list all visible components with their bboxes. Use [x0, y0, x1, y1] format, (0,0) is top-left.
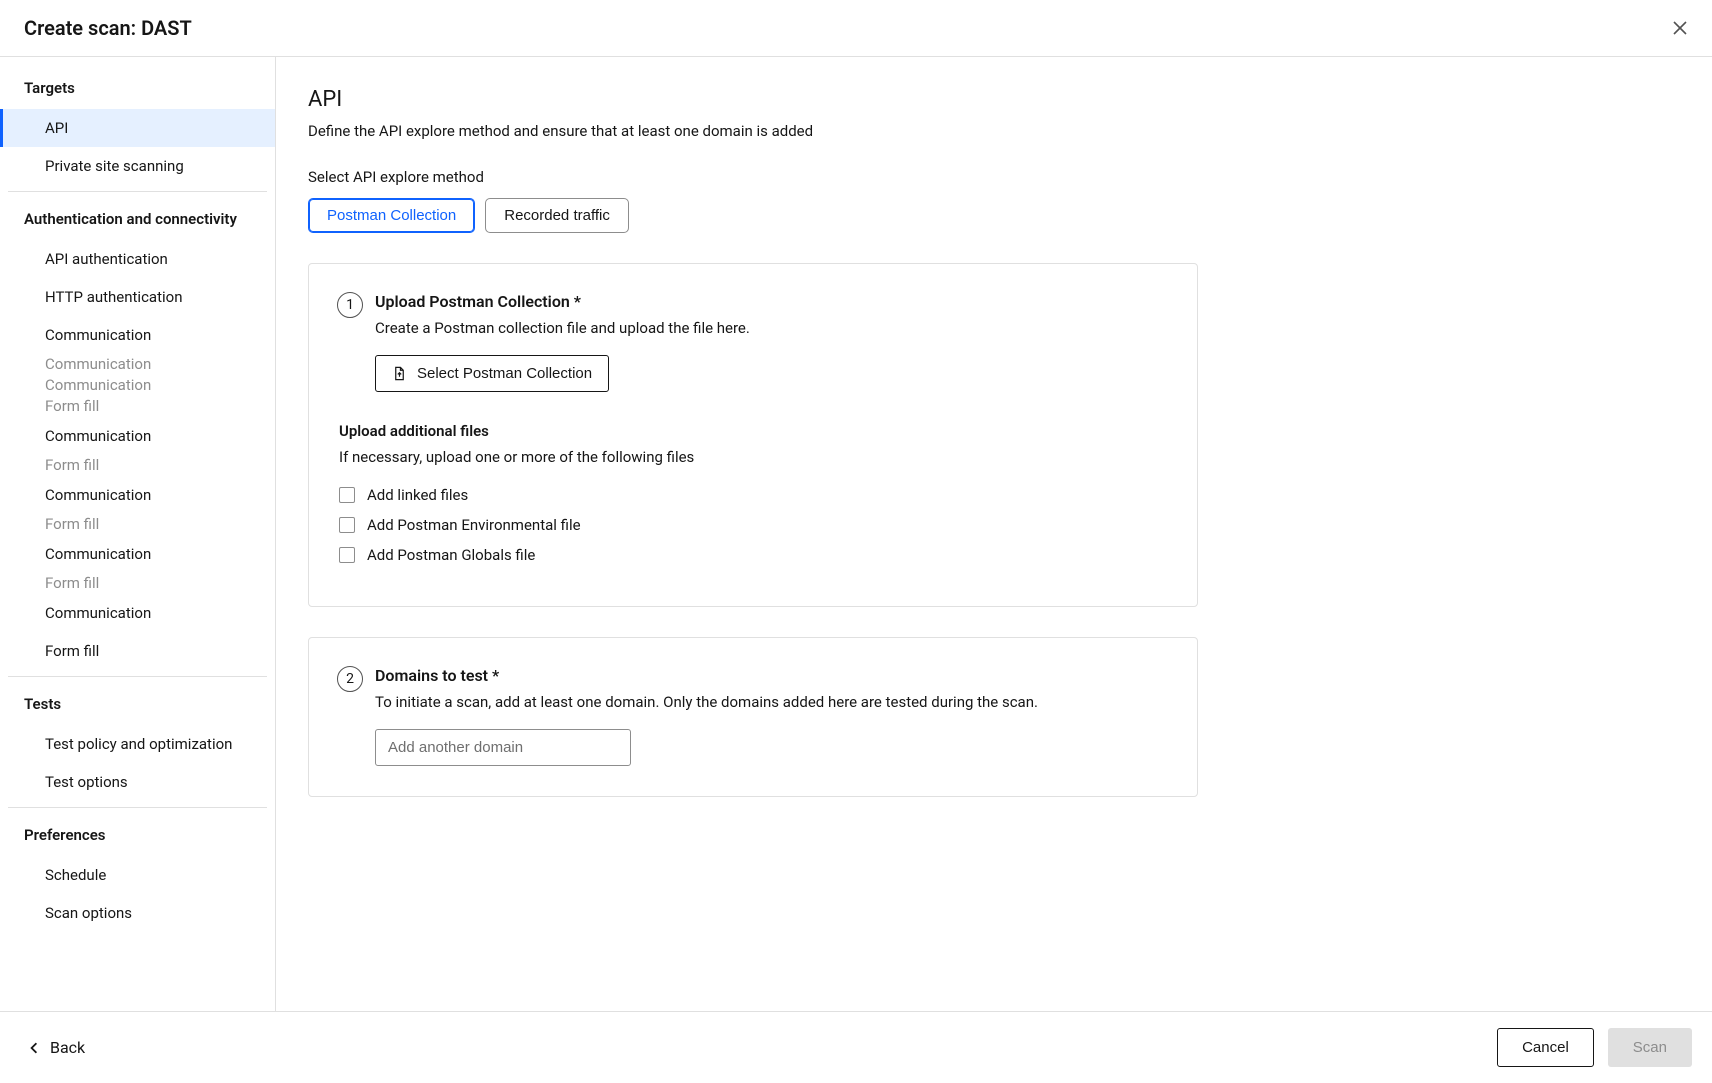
page-description: Define the API explore method and ensure… [308, 122, 1672, 140]
step1-title: Upload Postman Collection * [375, 292, 1169, 311]
main-content: API Define the API explore method and en… [276, 57, 1712, 1011]
sidebar: TargetsAPIPrivate site scanning Authentic… [0, 57, 276, 1011]
sidebar-item[interactable]: Schedule [0, 856, 275, 894]
sidebar-item[interactable]: HTTP authentication [0, 278, 275, 316]
dialog-body: TargetsAPIPrivate site scanningAuthentic… [0, 57, 1712, 1012]
sidebar-item: Form fill [0, 573, 275, 594]
dialog-title: Create scan: DAST [24, 16, 192, 40]
sidebar-item[interactable]: Communication [0, 417, 275, 455]
checkbox-label: Add Postman Environmental file [367, 516, 581, 534]
select-postman-collection-button[interactable]: Select Postman Collection [375, 355, 609, 392]
additional-file-option: Add Postman Environmental file [339, 516, 1169, 534]
checkbox-label: Add Postman Globals file [367, 546, 535, 564]
sidebar-item[interactable]: Communication [0, 476, 275, 514]
sidebar-item: Form fill [0, 396, 275, 417]
dialog-header: Create scan: DAST [0, 0, 1712, 57]
explore-method-option[interactable]: Postman Collection [308, 198, 475, 233]
select-postman-collection-label: Select Postman Collection [417, 365, 592, 382]
sidebar-item[interactable]: Private site scanning [0, 147, 275, 185]
cancel-button[interactable]: Cancel [1497, 1028, 1594, 1067]
domains-card: 2 Domains to test * To initiate a scan, … [308, 637, 1198, 797]
step2-title: Domains to test * [375, 666, 1169, 685]
cancel-label: Cancel [1522, 1039, 1569, 1056]
scan-label: Scan [1633, 1039, 1667, 1056]
sidebar-item[interactable]: Test options [0, 763, 275, 801]
sidebar-item[interactable]: Scan options [0, 894, 275, 932]
sidebar-group-title: Authentication and connectivity [0, 192, 275, 240]
sidebar-item: Form fill [0, 514, 275, 535]
sidebar-item: Form fill [0, 455, 275, 476]
add-domain-input[interactable] [375, 729, 631, 766]
additional-files-heading: Upload additional files [339, 422, 1169, 440]
scan-button[interactable]: Scan [1608, 1028, 1692, 1067]
sidebar-item[interactable]: Communication [0, 316, 275, 354]
additional-file-option: Add linked files [339, 486, 1169, 504]
chevron-left-icon [28, 1042, 40, 1054]
step2-description: To initiate a scan, add at least one dom… [375, 693, 1169, 711]
file-upload-icon [392, 366, 407, 381]
sidebar-item[interactable]: Form fill [0, 632, 275, 670]
step-number-2: 2 [337, 666, 363, 692]
sidebar-item[interactable]: Communication [0, 594, 275, 632]
explore-method-option[interactable]: Recorded traffic [485, 198, 629, 233]
additional-files-description: If necessary, upload one or more of the … [339, 448, 1169, 466]
close-button[interactable] [1666, 14, 1694, 42]
page-title: API [308, 87, 1672, 112]
sidebar-item[interactable]: API [0, 109, 275, 147]
sidebar-item[interactable]: API authentication [0, 240, 275, 278]
step1-description: Create a Postman collection file and upl… [375, 319, 1169, 337]
back-label: Back [50, 1038, 85, 1057]
sidebar-group-title: Preferences [0, 808, 275, 856]
checkbox[interactable] [339, 487, 355, 503]
dialog-footer: Back Cancel Scan [0, 1012, 1712, 1083]
step-number-1: 1 [337, 292, 363, 318]
close-icon [1673, 21, 1687, 35]
sidebar-item: Communication [0, 354, 275, 375]
sidebar-group-title: Targets [0, 57, 275, 109]
sidebar-group-title: Tests [0, 677, 275, 725]
sidebar-scroll[interactable]: TargetsAPIPrivate site scanning Authentic… [0, 57, 275, 1011]
checkbox[interactable] [339, 547, 355, 563]
sidebar-item[interactable]: Test policy and optimization [0, 725, 275, 763]
additional-file-option: Add Postman Globals file [339, 546, 1169, 564]
explore-method-segmented: Postman Collection Recorded traffic [308, 198, 1672, 233]
sidebar-item: Communication [0, 375, 275, 396]
checkbox-label: Add linked files [367, 486, 468, 504]
explore-method-label: Select API explore method [308, 168, 1672, 186]
upload-postman-card: 1 Upload Postman Collection * Create a P… [308, 263, 1198, 607]
sidebar-item[interactable]: Communication [0, 535, 275, 573]
additional-files-options: Add linked files Add Postman Environmenta… [337, 486, 1169, 564]
checkbox[interactable] [339, 517, 355, 533]
back-button[interactable]: Back [20, 1032, 93, 1063]
